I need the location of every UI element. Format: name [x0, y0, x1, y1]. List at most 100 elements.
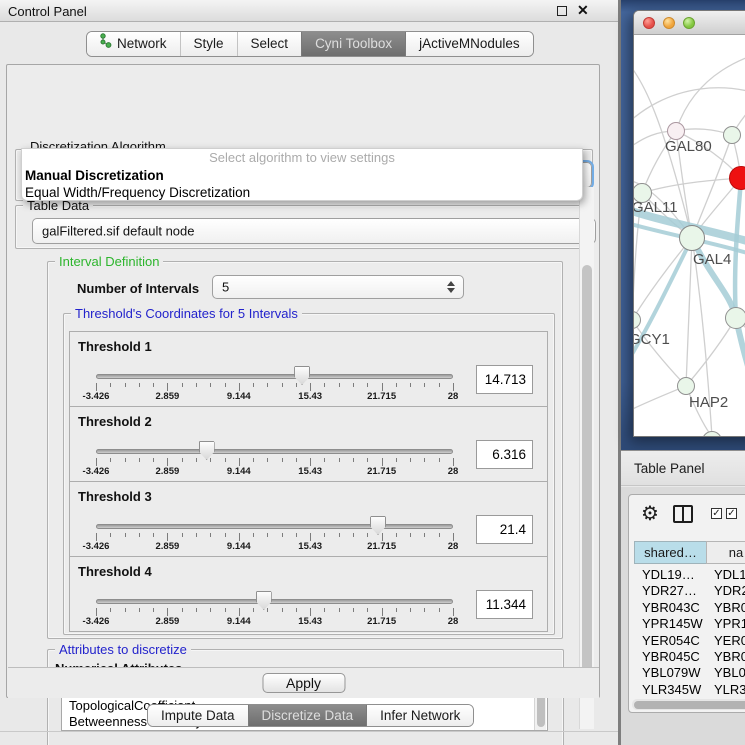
tick-mark: [453, 608, 454, 616]
table-cell[interactable]: YBR045C: [642, 649, 704, 664]
columns-icon[interactable]: [673, 505, 693, 523]
dropdown-option[interactable]: Manual Discretization: [22, 167, 582, 184]
threshold-title: Threshold 3: [78, 489, 152, 504]
tick-label: 28: [448, 616, 459, 627]
tick-mark: [210, 608, 211, 612]
tick-mark: [367, 533, 368, 537]
tick-mark: [182, 458, 183, 462]
tick-mark: [253, 383, 254, 387]
number-of-intervals-combobox[interactable]: 5: [212, 275, 464, 299]
table-cell[interactable]: YDR2: [714, 583, 745, 598]
threshold-value-field[interactable]: 14.713: [476, 365, 533, 394]
node-label: HAP2: [689, 394, 728, 411]
network-node[interactable]: [723, 126, 741, 144]
table-data-combobox[interactable]: galFiltered.sif default node: [32, 218, 596, 244]
minimize-traffic-light[interactable]: [663, 17, 675, 29]
table-cell[interactable]: YER054C: [642, 633, 704, 648]
tick-mark: [96, 533, 97, 541]
slider-ticks: [96, 458, 453, 466]
table-cell[interactable]: YPR145W: [642, 616, 704, 631]
threshold-title: Threshold 4: [78, 564, 152, 579]
network-canvas[interactable]: GAL80GAL11GAL4GCY1HHAP2: [634, 35, 745, 437]
tick-mark: [153, 383, 154, 387]
float-window-icon[interactable]: [557, 6, 567, 16]
threshold-value-field[interactable]: 21.4: [476, 515, 533, 544]
tick-label: 28: [448, 541, 459, 552]
network-node-h[interactable]: [725, 307, 745, 329]
tick-mark: [182, 533, 183, 537]
tab-network[interactable]: Network: [87, 32, 180, 56]
close-icon[interactable]: ✕: [577, 2, 589, 19]
tick-mark: [339, 608, 340, 612]
tick-mark: [424, 458, 425, 462]
tick-mark: [239, 458, 240, 466]
table-cell[interactable]: YPR1: [714, 616, 745, 631]
tab-infer-network[interactable]: Infer Network: [366, 705, 473, 726]
column-header-name[interactable]: na: [706, 541, 745, 564]
tab-label: Select: [251, 32, 289, 56]
table-cell[interactable]: YBR0: [714, 600, 745, 615]
gear-icon[interactable]: ⚙: [641, 501, 659, 526]
table-cell[interactable]: YLR3: [714, 682, 745, 697]
slider-track[interactable]: [96, 599, 453, 604]
tick-mark: [439, 383, 440, 387]
tick-mark: [453, 458, 454, 466]
table-cell[interactable]: YBL079W: [642, 665, 704, 680]
tab-label: Impute Data: [161, 705, 235, 726]
threshold-box: Threshold 4-3.4262.8599.14415.4321.71528…: [69, 556, 548, 632]
slider-track[interactable]: [96, 374, 453, 379]
network-window-titlebar[interactable]: [634, 11, 745, 35]
tick-label: 21.715: [367, 541, 396, 552]
tick-mark: [139, 608, 140, 612]
tick-mark: [367, 458, 368, 462]
network-node-gal4[interactable]: [679, 225, 705, 251]
table-cell[interactable]: YDL1: [714, 567, 745, 582]
network-node-hap2[interactable]: [677, 377, 695, 395]
tick-mark: [210, 458, 211, 462]
slider-track[interactable]: [96, 524, 453, 529]
node-label: GCY1: [634, 331, 670, 348]
slider-track[interactable]: [96, 449, 453, 454]
tick-label: 2.859: [156, 616, 180, 627]
tick-mark: [424, 608, 425, 612]
tick-mark: [125, 458, 126, 462]
settings-scrollbar[interactable]: [579, 187, 594, 729]
tab-discretize-data[interactable]: Discretize Data: [248, 705, 367, 726]
tick-label: 2.859: [156, 466, 180, 477]
tab-cyni-toolbox[interactable]: Cyni Toolbox: [301, 32, 405, 56]
table-cell[interactable]: YBR043C: [642, 600, 704, 615]
threshold-value-field[interactable]: 11.344: [476, 590, 533, 619]
tab-jactivemnodules[interactable]: jActiveMNodules: [405, 32, 533, 56]
tick-mark: [310, 383, 311, 391]
tick-mark: [410, 608, 411, 612]
tick-mark: [296, 458, 297, 462]
threshold-value-field[interactable]: 6.316: [476, 440, 533, 469]
table-horizontal-scrollbar[interactable]: [632, 699, 745, 710]
table-cell[interactable]: YLR345W: [642, 682, 704, 697]
tab-impute-data[interactable]: Impute Data: [148, 705, 248, 726]
table-cell[interactable]: YBR0: [714, 649, 745, 664]
checkbox-icon[interactable]: ✓: [711, 508, 722, 519]
column-header-shared-name[interactable]: shared…: [634, 541, 707, 564]
tick-mark: [167, 608, 168, 616]
tick-mark: [125, 608, 126, 612]
close-traffic-light[interactable]: [643, 17, 655, 29]
tick-mark: [396, 533, 397, 537]
tick-mark: [225, 608, 226, 612]
table-cell[interactable]: YER0: [714, 633, 745, 648]
tab-style[interactable]: Style: [180, 32, 237, 56]
apply-button[interactable]: Apply: [262, 673, 345, 693]
threshold-box: Threshold 3-3.4262.8599.14415.4321.71528…: [69, 481, 548, 557]
zoom-traffic-light[interactable]: [683, 17, 695, 29]
table-cell[interactable]: YBL0: [714, 665, 745, 680]
table-cell[interactable]: YDR27…: [642, 583, 704, 598]
tick-mark: [296, 383, 297, 387]
dropdown-option[interactable]: Equal Width/Frequency Discretization: [22, 184, 582, 201]
tick-mark: [96, 383, 97, 391]
table-cell[interactable]: YDL19…: [642, 567, 704, 582]
network-view-window[interactable]: GAL80GAL11GAL4GCY1HHAP2: [633, 10, 745, 437]
tick-label: 21.715: [367, 391, 396, 402]
checkbox-icon[interactable]: ✓: [726, 508, 737, 519]
tick-label: 9.144: [227, 616, 251, 627]
tab-select[interactable]: Select: [237, 32, 302, 56]
